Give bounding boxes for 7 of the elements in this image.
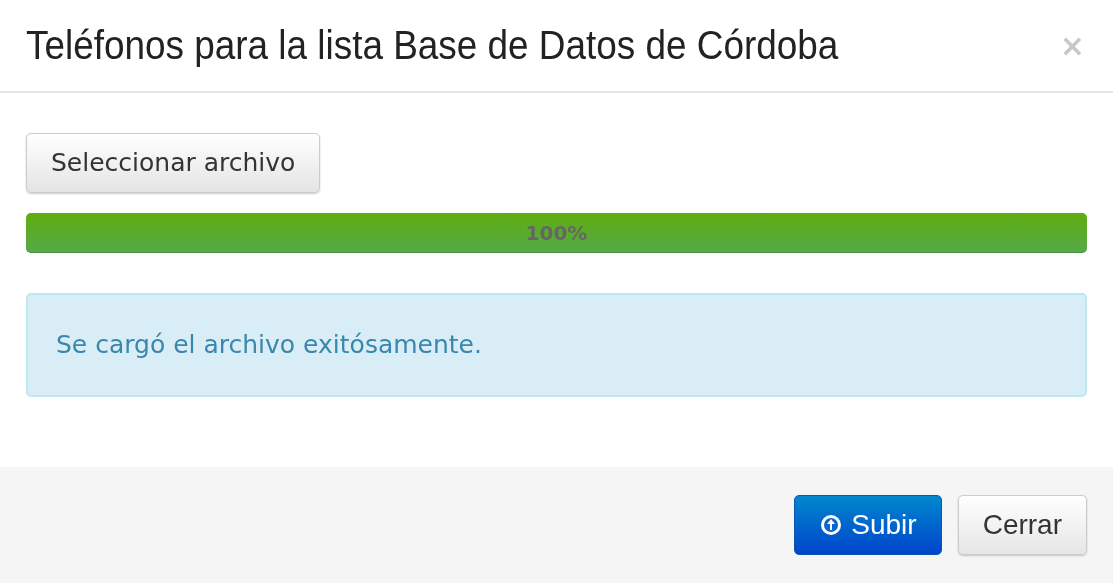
progress-label: 100% [525,219,588,247]
dialog-title: Teléfonos para la lista Base de Datos de Córdoba [26,20,839,70]
upload-icon [819,513,844,537]
info-alert: Se cargó el archivo exitósamente. [26,292,1087,397]
close-dialog-button[interactable]: Cerrar [957,495,1087,555]
choose-file-button[interactable]: Seleccionar archivo [26,133,321,193]
upload-button[interactable]: Subir [794,495,942,555]
